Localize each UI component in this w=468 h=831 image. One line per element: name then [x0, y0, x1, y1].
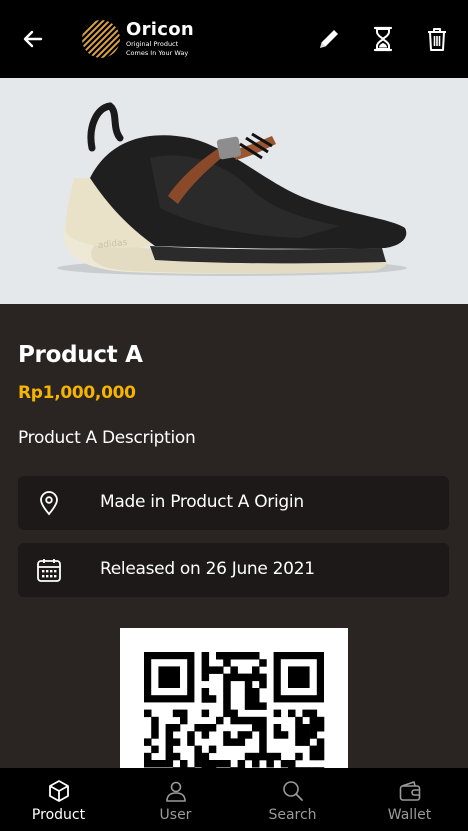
- logo-mark-icon: [82, 20, 120, 58]
- top-app-bar: Oricon Original Product Comes In Your Wa…: [0, 0, 468, 78]
- brand-name: Oricon: [126, 19, 194, 40]
- release-text: Released on 26 June 2021: [100, 559, 315, 579]
- hourglass-icon: [373, 26, 393, 52]
- nav-product[interactable]: Product: [0, 768, 117, 831]
- box-icon: [46, 778, 72, 804]
- product-qr-code: [120, 628, 348, 778]
- product-title: Product A: [18, 342, 143, 368]
- back-button[interactable]: [18, 24, 48, 54]
- bottom-navigation: Product User Search Wallet: [0, 768, 468, 831]
- nav-product-label: Product: [31, 807, 86, 823]
- product-description: Product A Description: [18, 428, 196, 448]
- arrow-left-icon: [23, 30, 43, 48]
- app-screen: Oricon Original Product Comes In Your Wa…: [0, 0, 468, 831]
- edit-button[interactable]: [314, 24, 344, 54]
- history-button[interactable]: [368, 24, 398, 54]
- brand-tagline-line2: Comes In Your Way: [126, 49, 189, 57]
- calendar-icon: [36, 557, 62, 583]
- nav-wallet-label: Wallet: [387, 807, 432, 823]
- brand-tagline-line1: Original Product: [126, 40, 179, 48]
- origin-text: Made in Product A Origin: [100, 492, 304, 512]
- brand-logo: Oricon Original Product Comes In Your Wa…: [80, 16, 194, 62]
- trash-icon: [428, 28, 446, 51]
- product-image: adidas: [0, 78, 468, 304]
- location-pin-icon: [36, 490, 62, 516]
- sneaker-image: adidas: [57, 102, 407, 276]
- product-price: Rp1,000,000: [18, 383, 136, 403]
- pencil-icon: [320, 30, 338, 48]
- nav-search-label: Search: [268, 807, 317, 823]
- user-icon: [163, 778, 189, 804]
- release-card: Released on 26 June 2021: [18, 543, 449, 597]
- qr-code-image: [144, 652, 325, 778]
- wallet-icon: [397, 778, 423, 804]
- nav-user[interactable]: User: [117, 768, 234, 831]
- search-icon: [280, 778, 306, 804]
- nav-search[interactable]: Search: [234, 768, 351, 831]
- nav-wallet[interactable]: Wallet: [351, 768, 468, 831]
- nav-user-label: User: [159, 807, 192, 823]
- origin-card: Made in Product A Origin: [18, 476, 449, 530]
- delete-button[interactable]: [422, 24, 452, 54]
